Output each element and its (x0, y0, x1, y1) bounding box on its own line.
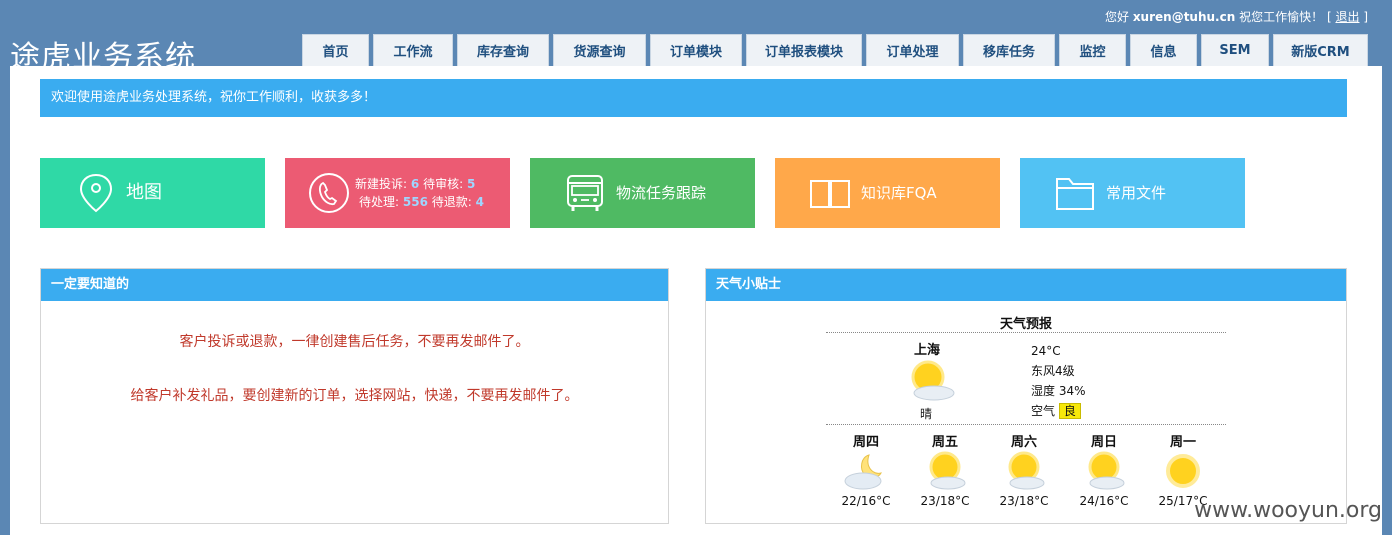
files-tile[interactable]: 常用文件 (1020, 158, 1245, 228)
day-temp: 24/16°C (1079, 494, 1129, 508)
sun-cloud-icon (911, 360, 955, 401)
forecast-day: 周六 23/18°C (994, 431, 1054, 508)
tab-sem[interactable]: SEM (1201, 34, 1269, 66)
forecast-day: 周一 25/17°C (1153, 431, 1213, 508)
tab-order-processing[interactable]: 订单处理 (866, 34, 959, 66)
faq-tile[interactable]: 知识库FQA (775, 158, 1000, 228)
notice-line-2: 给客户补发礼品，要创建新的订单，选择网站，快递，不要再发邮件了。 (130, 388, 579, 404)
day-temp: 22/16°C (841, 494, 891, 508)
book-icon (810, 180, 850, 208)
today-wind: 东风4级 (1031, 364, 1075, 378)
sun-cloud-icon (929, 451, 966, 490)
pending-label: 待处理: (359, 195, 400, 209)
tab-crm[interactable]: 新版CRM (1273, 34, 1368, 66)
welcome-banner: 欢迎使用途虎业务处理系统，祝你工作顺利，收获多多！ (40, 79, 1347, 117)
day-name: 周日 (1090, 435, 1117, 450)
pending-count: 556 (402, 195, 428, 209)
weather-panel-title: 天气小贴士 (706, 269, 1346, 301)
today-weather: 上海 晴 24°C 东风4级 湿度 34% 空气 良 (826, 333, 1226, 425)
map-tile[interactable]: 地图 (40, 158, 265, 228)
forecast-day: 周四 22/16°C (836, 431, 896, 508)
forecast-day: 周五 23/18°C (915, 431, 975, 508)
location-pin-icon (79, 173, 113, 213)
tab-info[interactable]: 信息 (1130, 34, 1197, 66)
forecast-day: 周日 24/16°C (1074, 431, 1134, 508)
day-name: 周一 (1169, 435, 1196, 450)
tab-home[interactable]: 首页 (302, 34, 369, 66)
wish-text: 祝您工作愉快！ (1239, 10, 1324, 24)
air-quality-badge: 良 (1058, 403, 1081, 419)
today-temp: 24°C (1031, 344, 1061, 358)
main-content: 欢迎使用途虎业务处理系统，祝你工作顺利，收获多多！ 地图 新建投诉: 6 待审核… (10, 66, 1382, 535)
weather-panel: 天气小贴士 天气预报 上海 晴 24°C 东风4级 湿度 34% 空气 良 周四… (705, 268, 1347, 524)
user-line: 您好 xuren@tuhu.cn 祝您工作愉快！ [ 退出 ] (1105, 8, 1368, 25)
bus-icon (567, 175, 603, 211)
today-details: 24°C 东风4级 湿度 34% 空气 良 (1031, 341, 1086, 421)
tab-supply[interactable]: 货源查询 (553, 34, 646, 66)
complaint-stats: 新建投诉: 6 待审核: 5 待处理: 556 待退款: 4 (355, 175, 484, 211)
logistics-tile[interactable]: 物流任务跟踪 (530, 158, 755, 228)
moon-cloud-icon (844, 454, 882, 490)
day-temp: 23/18°C (920, 494, 970, 508)
sun-cloud-icon (1008, 451, 1045, 490)
tab-workflow[interactable]: 工作流 (373, 34, 453, 66)
day-name: 周五 (931, 435, 958, 450)
air-label: 空气 (1031, 404, 1056, 418)
files-label: 常用文件 (1106, 184, 1167, 202)
tab-orders[interactable]: 订单模块 (650, 34, 742, 66)
tab-order-reports[interactable]: 订单报表模块 (746, 34, 862, 66)
bracket-close: ] (1363, 10, 1368, 24)
refund-count: 4 (475, 195, 484, 209)
faq-label: 知识库FQA (861, 184, 937, 202)
day-name: 周六 (1010, 435, 1037, 450)
weather-widget: 天气预报 上海 晴 24°C 东风4级 湿度 34% 空气 良 周四 22/16… (826, 313, 1226, 517)
notice-panel: 一定要知道的 客户投诉或退款，一律创建售后任务，不要再发邮件了。 给客户补发礼品… (40, 268, 669, 524)
today-condition: 晴 (920, 407, 933, 421)
top-bar: 您好 xuren@tuhu.cn 祝您工作愉快！ [ 退出 ] (0, 0, 1392, 30)
day-name: 周四 (852, 435, 879, 450)
complaint-tile[interactable]: 新建投诉: 6 待审核: 5 待处理: 556 待退款: 4 (285, 158, 510, 228)
day-temp: 23/18°C (999, 494, 1049, 508)
notice-panel-title: 一定要知道的 (41, 269, 668, 301)
tab-transfer-tasks[interactable]: 移库任务 (963, 34, 1055, 66)
sun-cloud-icon (1088, 451, 1125, 490)
watermark: www.wooyun.org (1194, 498, 1382, 523)
today-humidity: 湿度 34% (1031, 384, 1086, 398)
phone-icon (309, 173, 349, 213)
refund-label: 待退款: (431, 195, 472, 209)
map-label: 地图 (126, 182, 162, 203)
bracket-open: [ (1326, 10, 1332, 24)
city-name: 上海 (914, 343, 941, 358)
forecast-title: 天气预报 (826, 313, 1226, 333)
review-count: 5 (466, 177, 476, 191)
notice-line-1: 客户投诉或退款，一律创建售后任务，不要再发邮件了。 (179, 334, 530, 350)
tab-monitoring[interactable]: 监控 (1059, 34, 1126, 66)
sun-icon (1166, 454, 1200, 488)
forecast-days: 周四 22/16°C 周五 23/18°C 周六 23/18°C 周日 24/1… (826, 425, 1226, 517)
folder-icon (1056, 178, 1094, 210)
logout-link[interactable]: 退出 (1335, 10, 1359, 24)
main-nav: 首页 工作流 库存查询 货源查询 订单模块 订单报表模块 订单处理 移库任务 监… (302, 34, 1368, 66)
user-email: xuren@tuhu.cn (1132, 10, 1236, 24)
greeting: 您好 (1104, 10, 1129, 24)
tab-inventory[interactable]: 库存查询 (457, 34, 549, 66)
new-complaint-count: 6 (410, 177, 420, 191)
logistics-label: 物流任务跟踪 (616, 184, 707, 202)
review-label: 待审核: (423, 177, 464, 191)
new-complaint-label: 新建投诉: (355, 177, 408, 191)
